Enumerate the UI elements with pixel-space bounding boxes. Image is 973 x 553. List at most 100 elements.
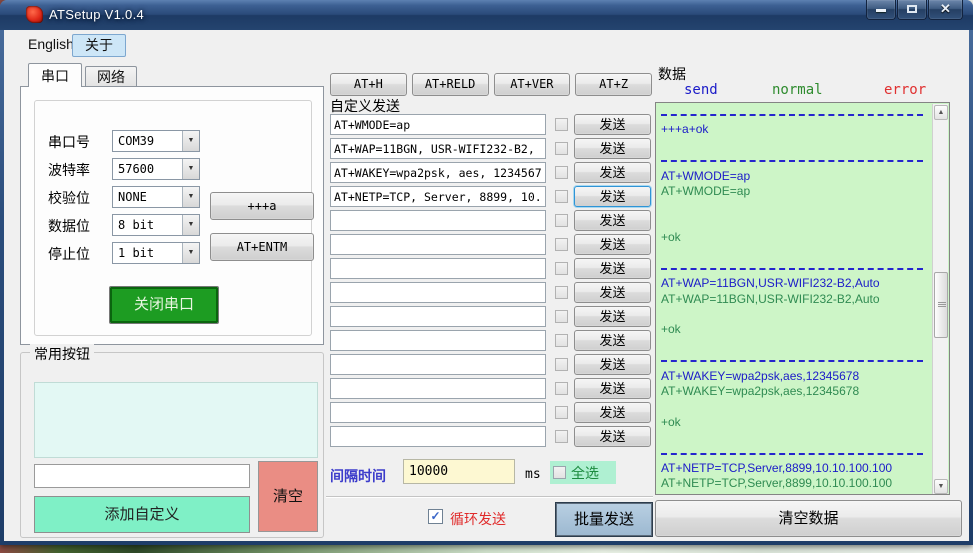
minimize-button[interactable]	[866, 0, 896, 20]
serial-field-dropdown-1[interactable]: 57600▼	[112, 158, 200, 180]
custom-command-checkbox-4[interactable]	[555, 214, 568, 227]
send-button-0[interactable]: 发送	[574, 114, 651, 135]
custom-command-input-2[interactable]	[330, 162, 546, 183]
close-icon: ✕	[940, 1, 951, 16]
send-button-10[interactable]: 发送	[574, 354, 651, 375]
custom-send-row-10: 发送	[330, 354, 652, 375]
custom-command-checkbox-10[interactable]	[555, 358, 568, 371]
send-button-9[interactable]: 发送	[574, 330, 651, 351]
loop-send-checkbox[interactable]: ✓	[428, 509, 443, 524]
custom-command-input-1[interactable]	[330, 138, 546, 159]
custom-command-input-11[interactable]	[330, 378, 546, 399]
custom-command-input-0[interactable]	[330, 114, 546, 135]
serial-field-dropdown-4[interactable]: 1 bit▼	[112, 242, 200, 264]
scrollbar-up-arrow[interactable]: ▲	[934, 105, 948, 120]
custom-command-checkbox-5[interactable]	[555, 238, 568, 251]
log-line-23: AT+NETP=TCP,Server,8899,10.10.100.100	[661, 461, 929, 476]
plus-a-button[interactable]: +++a	[210, 192, 314, 220]
app-window: ATSetup V1.0.4 ✕ English 关于 串口 网络 串口号COM…	[0, 0, 973, 545]
serial-field-dropdown-0[interactable]: COM39▼	[112, 130, 200, 152]
data-log-area[interactable]: +++a+okAT+WMODE=apAT+WMODE=ap+okAT+WAP=1…	[655, 102, 950, 495]
custom-command-checkbox-7[interactable]	[555, 286, 568, 299]
send-button-6[interactable]: 发送	[574, 258, 651, 279]
close-button[interactable]: ✕	[928, 0, 963, 20]
scrollbar-down-arrow[interactable]: ▼	[934, 479, 948, 494]
quick-command-button-at-ver[interactable]: AT+VER	[494, 73, 571, 96]
custom-command-checkbox-9[interactable]	[555, 334, 568, 347]
log-line-2	[661, 138, 929, 153]
log-scrollbar[interactable]: ▲ ▼	[932, 104, 948, 495]
quick-command-button-at-h[interactable]: AT+H	[330, 73, 407, 96]
log-line-10	[661, 261, 929, 276]
send-button-2[interactable]: 发送	[574, 162, 651, 183]
serial-field-label-4: 停止位	[48, 244, 90, 264]
serial-field-dropdown-3[interactable]: 8 bit▼	[112, 214, 200, 236]
custom-command-checkbox-12[interactable]	[555, 406, 568, 419]
quick-command-button-at-z[interactable]: AT+Z	[575, 73, 652, 96]
send-button-5[interactable]: 发送	[574, 234, 651, 255]
common-command-input[interactable]	[34, 464, 250, 488]
custom-send-row-8: 发送	[330, 306, 652, 327]
tab-network[interactable]: 网络	[85, 66, 137, 87]
custom-command-input-10[interactable]	[330, 354, 546, 375]
send-button-11[interactable]: 发送	[574, 378, 651, 399]
log-line-7	[661, 215, 929, 230]
custom-command-input-4[interactable]	[330, 210, 546, 231]
title-bar[interactable]: ATSetup V1.0.4 ✕	[0, 0, 973, 30]
custom-command-checkbox-8[interactable]	[555, 310, 568, 323]
custom-command-checkbox-2[interactable]	[555, 166, 568, 179]
quick-command-button-at-reld[interactable]: AT+RELD	[412, 73, 489, 96]
custom-command-input-3[interactable]	[330, 186, 546, 207]
maximize-button[interactable]	[897, 0, 927, 20]
scrollbar-thumb[interactable]	[934, 272, 948, 338]
serial-field-label-2: 校验位	[48, 188, 90, 208]
interval-unit-label: ms	[525, 467, 541, 482]
menu-item-about[interactable]: 关于	[72, 34, 126, 57]
log-line-0	[661, 107, 929, 122]
close-serial-button[interactable]: 关闭串口	[110, 287, 218, 323]
send-button-8[interactable]: 发送	[574, 306, 651, 327]
batch-send-button[interactable]: 批量发送	[556, 503, 652, 536]
custom-command-input-7[interactable]	[330, 282, 546, 303]
custom-command-input-9[interactable]	[330, 330, 546, 351]
serial-field-dropdown-2[interactable]: NONE▼	[112, 186, 200, 208]
custom-command-input-5[interactable]	[330, 234, 546, 255]
custom-command-checkbox-11[interactable]	[555, 382, 568, 395]
log-line-21	[661, 430, 929, 445]
common-buttons-list[interactable]	[34, 382, 318, 458]
loop-send-label: 循环发送	[450, 509, 506, 529]
custom-send-row-1: 发送	[330, 138, 652, 159]
interval-input[interactable]	[403, 459, 515, 484]
custom-command-checkbox-1[interactable]	[555, 142, 568, 155]
custom-command-checkbox-3[interactable]	[555, 190, 568, 203]
add-custom-button[interactable]: 添加自定义	[34, 496, 250, 533]
at-entm-button[interactable]: AT+ENTM	[210, 233, 314, 261]
clear-data-button[interactable]: 清空数据	[655, 500, 962, 537]
log-line-18: AT+WAKEY=wpa2psk,aes,12345678	[661, 384, 929, 399]
send-button-1[interactable]: 发送	[574, 138, 651, 159]
maximize-icon	[907, 5, 917, 13]
custom-command-checkbox-6[interactable]	[555, 262, 568, 275]
custom-command-input-12[interactable]	[330, 402, 546, 423]
custom-command-input-6[interactable]	[330, 258, 546, 279]
custom-command-checkbox-0[interactable]	[555, 118, 568, 131]
custom-command-input-8[interactable]	[330, 306, 546, 327]
chevron-down-icon: ▼	[182, 159, 199, 179]
serial-field-row-1: 波特率57600▼	[48, 158, 298, 180]
clear-common-button[interactable]: 清空	[258, 461, 318, 532]
log-line-22	[661, 446, 929, 461]
log-line-20: +ok	[661, 415, 929, 430]
send-button-3[interactable]: 发送	[574, 186, 651, 207]
send-button-12[interactable]: 发送	[574, 402, 651, 423]
send-button-4[interactable]: 发送	[574, 210, 651, 231]
custom-command-input-13[interactable]	[330, 426, 546, 447]
quick-command-buttons: AT+HAT+RELDAT+VERAT+Z	[330, 73, 652, 96]
select-all-checkbox[interactable]	[553, 466, 566, 479]
tab-serial[interactable]: 串口	[28, 63, 82, 87]
custom-command-checkbox-13[interactable]	[555, 430, 568, 443]
window-title: ATSetup V1.0.4	[49, 7, 144, 22]
send-button-7[interactable]: 发送	[574, 282, 651, 303]
log-line-15	[661, 338, 929, 353]
send-button-13[interactable]: 发送	[574, 426, 651, 447]
desktop-wallpaper: ATSetup V1.0.4 ✕ English 关于 串口 网络 串口号COM…	[0, 0, 973, 553]
